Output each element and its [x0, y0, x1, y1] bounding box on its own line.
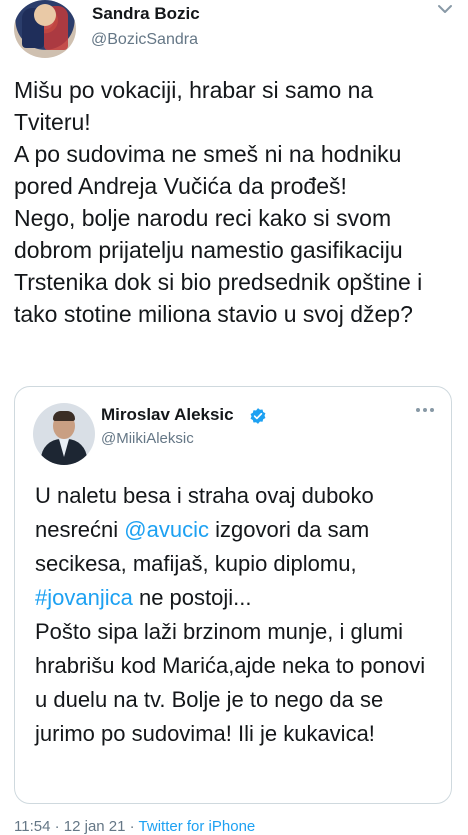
tweet-timestamp: 11:54 · 12 jan 21 · Twitter for iPhone — [14, 818, 255, 835]
chevron-down-icon[interactable] — [436, 2, 454, 16]
author-avatar[interactable] — [14, 0, 76, 58]
verified-badge-icon — [250, 408, 266, 424]
author-name[interactable]: Sandra Bozic — [92, 4, 200, 24]
more-icon[interactable] — [415, 407, 435, 413]
author-handle[interactable]: @BozicSandra — [91, 31, 198, 49]
quoted-author-handle[interactable]: @MiikiAleksic — [101, 430, 194, 447]
quoted-author-name[interactable]: Miroslav Aleksic — [101, 405, 234, 425]
tweet-text: Mišu po vokaciji, hrabar si samo na Tvit… — [14, 77, 423, 327]
quoted-tweet-card[interactable]: Miroslav Aleksic @MiikiAleksic U naletu … — [14, 386, 452, 804]
tweet-source-link[interactable]: Twitter for iPhone — [139, 818, 256, 835]
hashtag-link[interactable]: #jovanjica — [35, 585, 133, 610]
mention-link[interactable]: @avucic — [124, 517, 209, 542]
quoted-tweet-text: U naletu besa i straha ovaj duboko nesre… — [35, 479, 439, 751]
timestamp-text[interactable]: 11:54 · 12 jan 21 · — [14, 818, 139, 835]
quoted-author-avatar[interactable] — [33, 403, 95, 465]
